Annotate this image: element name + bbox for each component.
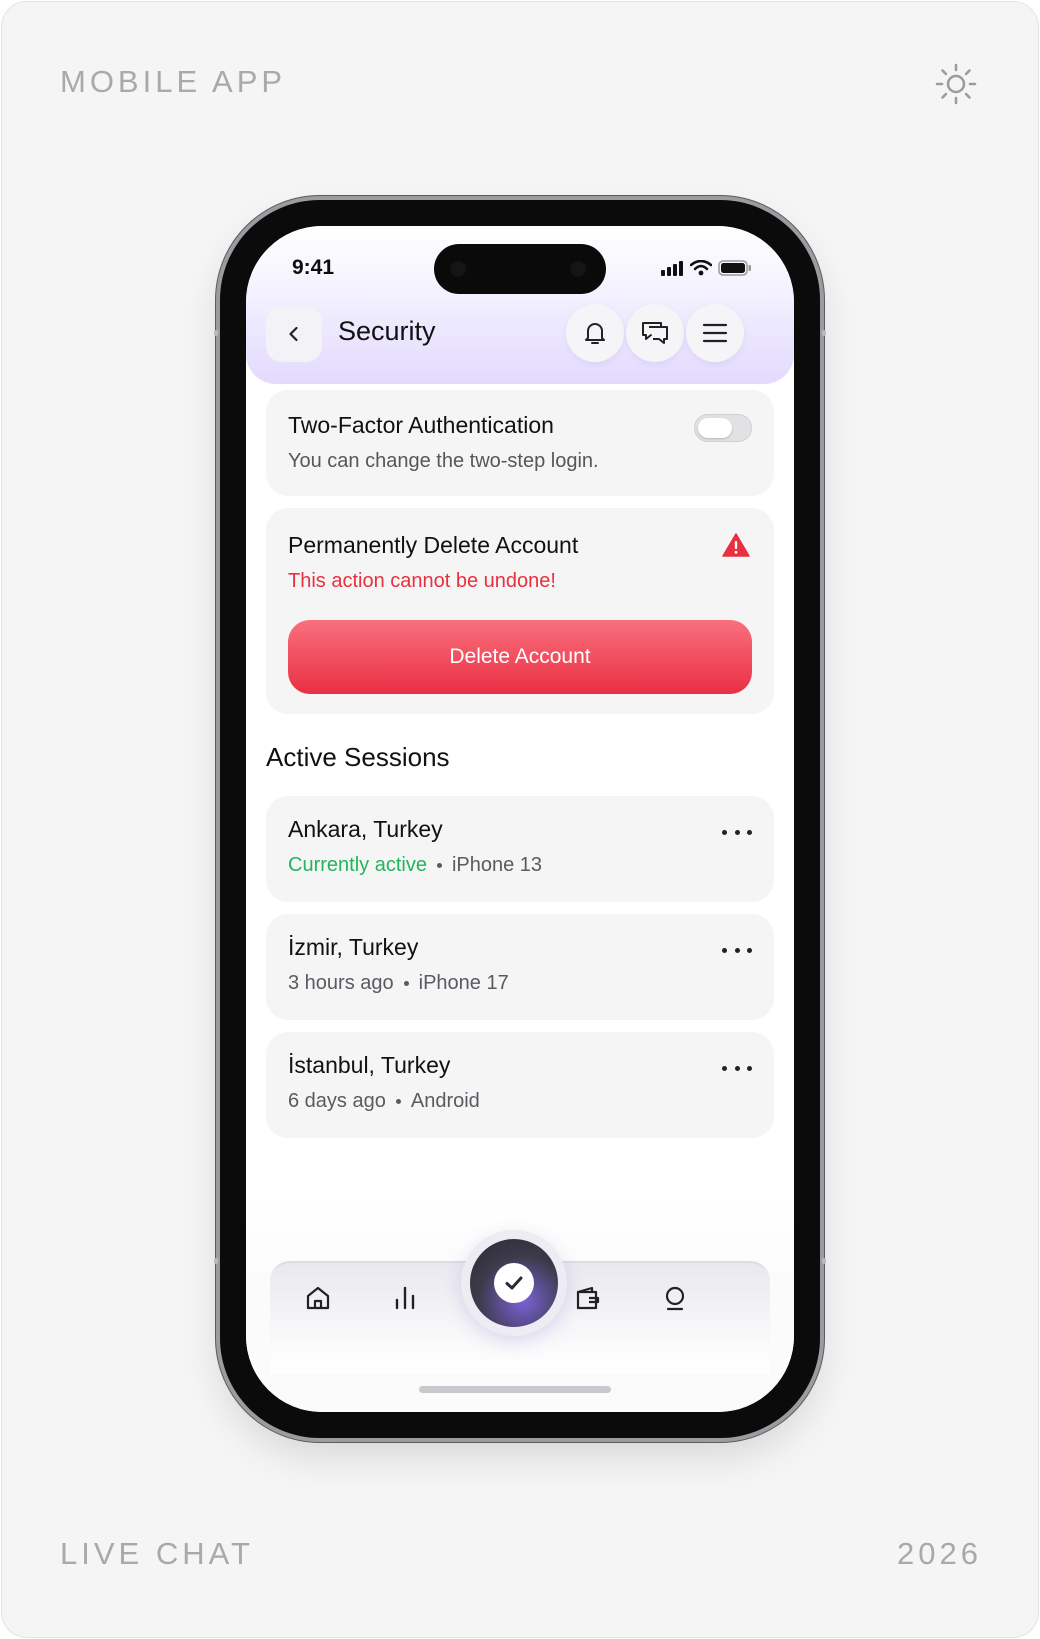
session-device: iPhone 17 bbox=[418, 972, 509, 994]
separator-dot bbox=[395, 1099, 401, 1104]
session-device: Android bbox=[410, 1090, 480, 1112]
phone-side-button bbox=[822, 1258, 826, 1264]
session-location: İzmir, Turkey bbox=[288, 934, 419, 960]
check-icon bbox=[505, 1276, 523, 1290]
session-meta: 3 hours ago iPhone 17 bbox=[288, 972, 509, 995]
chat-icon bbox=[642, 322, 668, 344]
session-status: 3 hours ago bbox=[288, 972, 394, 994]
session-status: 6 days ago bbox=[288, 1090, 386, 1112]
hamburger-menu-icon bbox=[702, 323, 728, 343]
more-options-button[interactable] bbox=[722, 940, 752, 960]
signal-icon bbox=[661, 261, 683, 276]
sun-icon[interactable] bbox=[934, 62, 978, 106]
toggle-knob bbox=[698, 418, 732, 438]
tab-wallet[interactable] bbox=[570, 1280, 606, 1316]
wallet-icon bbox=[576, 1286, 600, 1310]
profile-icon bbox=[665, 1286, 685, 1311]
delete-account-title: Permanently Delete Account bbox=[288, 532, 579, 558]
menu-button[interactable] bbox=[686, 304, 744, 362]
home-indicator[interactable] bbox=[419, 1386, 611, 1393]
center-action-button[interactable] bbox=[470, 1239, 558, 1327]
notifications-button[interactable] bbox=[566, 304, 624, 362]
session-device: iPhone 13 bbox=[451, 854, 543, 876]
status-time: 9:41 bbox=[292, 256, 335, 279]
session-item[interactable]: İstanbul, Turkey 6 days ago Android bbox=[266, 1032, 774, 1138]
more-options-button[interactable] bbox=[722, 1058, 752, 1078]
delete-account-panel: Permanently Delete Account This action c… bbox=[266, 508, 774, 714]
corner-label-bottom-left: LIVE CHAT bbox=[60, 1536, 254, 1571]
session-item[interactable]: Ankara, Turkey Currently active iPhone 1… bbox=[266, 796, 774, 902]
phone-side-button bbox=[822, 330, 826, 336]
separator-dot bbox=[403, 981, 409, 986]
tab-stats[interactable] bbox=[387, 1280, 423, 1316]
stats-icon bbox=[395, 1286, 415, 1310]
two-factor-toggle[interactable] bbox=[694, 414, 752, 442]
tab-home[interactable] bbox=[300, 1280, 336, 1316]
session-location: İstanbul, Turkey bbox=[288, 1052, 451, 1078]
two-factor-subtitle: You can change the two-step login. bbox=[288, 450, 599, 472]
active-sessions-title: Active Sessions bbox=[266, 742, 450, 772]
status-icons bbox=[660, 260, 752, 276]
tab-profile[interactable] bbox=[657, 1280, 693, 1316]
two-factor-panel: Two-Factor Authentication You can change… bbox=[266, 390, 774, 496]
dynamic-island bbox=[434, 244, 606, 294]
page-title: Security bbox=[338, 316, 436, 346]
corner-label-top-left: MOBILE APP bbox=[60, 64, 287, 99]
session-item[interactable]: İzmir, Turkey 3 hours ago iPhone 17 bbox=[266, 914, 774, 1020]
check-circle bbox=[494, 1263, 534, 1303]
home-icon bbox=[306, 1286, 330, 1310]
battery-icon bbox=[718, 260, 751, 276]
chat-button[interactable] bbox=[626, 304, 684, 362]
chevron-left-icon bbox=[289, 326, 298, 342]
session-meta: Currently active iPhone 13 bbox=[288, 854, 542, 877]
delete-account-warning: This action cannot be undone! bbox=[288, 570, 556, 592]
session-meta: 6 days ago Android bbox=[288, 1090, 480, 1113]
more-options-button[interactable] bbox=[722, 822, 752, 842]
wifi-icon bbox=[690, 260, 712, 276]
two-factor-title: Two-Factor Authentication bbox=[288, 412, 554, 438]
session-status: Currently active bbox=[288, 854, 427, 876]
bell-icon bbox=[585, 323, 605, 344]
separator-dot bbox=[436, 863, 442, 868]
phone-side-button bbox=[214, 1258, 218, 1264]
delete-account-button[interactable]: Delete Account bbox=[288, 620, 752, 694]
back-button[interactable] bbox=[266, 306, 322, 362]
phone-screen: 9:41 Security Two-Factor Authentication … bbox=[246, 226, 794, 1412]
phone-side-button bbox=[214, 330, 218, 336]
warning-icon bbox=[722, 533, 750, 557]
corner-label-bottom-right: 2026 bbox=[897, 1536, 982, 1571]
session-location: Ankara, Turkey bbox=[288, 816, 443, 842]
